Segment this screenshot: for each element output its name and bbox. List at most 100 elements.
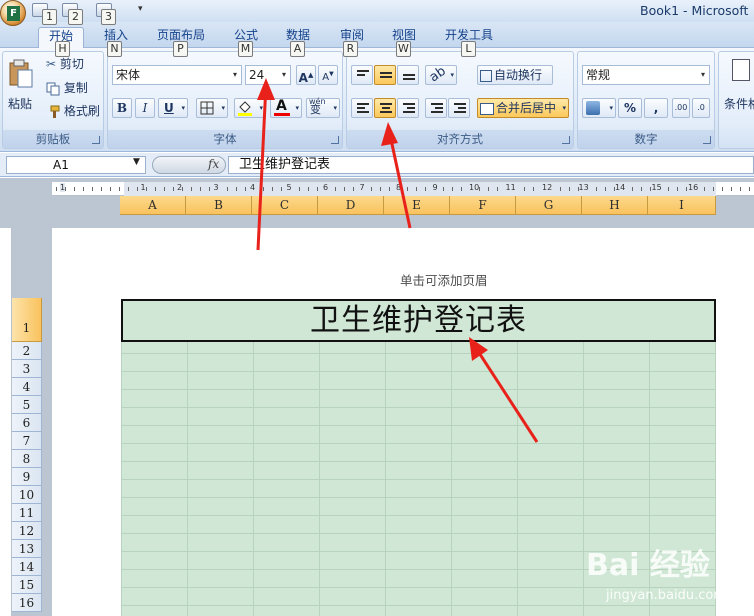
number-dialog-launcher[interactable]	[703, 136, 711, 144]
row-header-12[interactable]: 12	[12, 522, 42, 540]
align-center-button[interactable]	[374, 98, 396, 118]
cut-button[interactable]: ✂ 剪切	[45, 54, 101, 74]
font-size-select[interactable]: 24 ▾	[245, 65, 291, 85]
merge-center-button[interactable]: 合并后居中 ▾	[477, 98, 569, 118]
format-painter-button[interactable]: 格式刷	[45, 101, 103, 121]
wrap-text-button[interactable]: 自动换行	[477, 65, 553, 85]
bold-button[interactable]: B	[112, 98, 132, 118]
watermark-url: jingyan.baidu.com	[606, 588, 726, 603]
row-header-10[interactable]: 10	[12, 486, 42, 504]
merged-cell-a1[interactable]: 卫生维护登记表	[121, 299, 716, 342]
ruler-tick	[245, 187, 246, 191]
align-right-button[interactable]	[397, 98, 419, 118]
increase-indent-icon	[454, 103, 466, 113]
chevron-down-icon: ▾	[609, 104, 613, 112]
increase-indent-button[interactable]	[448, 98, 470, 118]
ruler-tick	[407, 187, 408, 191]
increase-decimal-button[interactable]: .00	[672, 98, 690, 118]
ruler-tick	[731, 187, 732, 191]
column-header-b[interactable]: B	[186, 196, 252, 215]
borders-button[interactable]: ▾	[196, 98, 228, 118]
row-header-7[interactable]: 7	[12, 432, 42, 450]
row-header-15[interactable]: 15	[12, 576, 42, 594]
underline-button[interactable]: U ▾	[158, 98, 188, 118]
font-name-select[interactable]: 宋体 ▾	[112, 65, 242, 85]
font-dialog-launcher[interactable]	[331, 136, 339, 144]
italic-button[interactable]: I	[135, 98, 155, 118]
ruler-number: 2	[177, 183, 183, 192]
customize-qat-icon[interactable]: ▾	[138, 4, 143, 14]
ruler-tick	[371, 187, 372, 191]
column-header-d[interactable]: D	[318, 196, 384, 215]
bottom-align-button[interactable]	[397, 65, 419, 85]
middle-align-button[interactable]	[374, 65, 396, 85]
shrink-font-button[interactable]: A▼	[318, 65, 338, 85]
column-header-h[interactable]: H	[582, 196, 648, 215]
keytip-review: R	[343, 41, 358, 57]
ruler-tick	[173, 187, 174, 191]
ruler-tick	[605, 187, 606, 191]
font-size-value: 24	[249, 68, 265, 82]
font-name-value: 宋体	[116, 68, 141, 82]
ruler-tick	[713, 187, 714, 191]
fill-color-button[interactable]: ▾	[234, 98, 266, 118]
orientation-button[interactable]: ab ▾	[425, 64, 457, 85]
row-header-4[interactable]: 4	[12, 378, 42, 396]
formula-input[interactable]: 卫生维护登记表	[228, 156, 754, 174]
chevron-down-icon: ▾	[232, 70, 237, 79]
chevron-down-icon: ▾	[700, 70, 705, 79]
column-header-e[interactable]: E	[384, 196, 450, 215]
row-header-9[interactable]: 9	[12, 468, 42, 486]
paste-button[interactable]: 粘贴	[5, 56, 35, 116]
chevron-down-icon: ▾	[295, 104, 299, 112]
row-header-13[interactable]: 13	[12, 540, 42, 558]
ruler-tick	[92, 187, 93, 191]
copy-button[interactable]: 复制	[45, 78, 101, 98]
grow-font-button[interactable]: A▲	[296, 65, 316, 85]
ruler-number: 10	[469, 183, 480, 192]
row-header-16[interactable]: 16	[12, 594, 42, 612]
ruler-number: 16	[688, 183, 699, 192]
row-header-11[interactable]: 11	[12, 504, 42, 522]
keytip-qat-2: 2	[68, 9, 83, 25]
column-header-f[interactable]: F	[450, 196, 516, 215]
row-header-5[interactable]: 5	[12, 396, 42, 414]
row-header-3[interactable]: 3	[12, 360, 42, 378]
phonetic-guide-button[interactable]: wén 变 ▾	[306, 97, 340, 118]
accounting-format-button[interactable]: ▾	[582, 98, 616, 118]
column-header-c[interactable]: C	[252, 196, 318, 215]
align-left-icon	[357, 103, 369, 113]
name-box[interactable]: A1	[6, 156, 146, 174]
number-group: 常规 ▾ ▾ % , .00 .0 数字	[577, 51, 715, 149]
insert-function-button[interactable]: fx	[208, 157, 219, 171]
chevron-down-icon[interactable]: ▼	[133, 157, 140, 167]
border-icon	[200, 101, 214, 115]
row-header-6[interactable]: 6	[12, 414, 42, 432]
row-header-8[interactable]: 8	[12, 450, 42, 468]
column-header-g[interactable]: G	[516, 196, 582, 215]
decrease-decimal-button[interactable]: .0	[692, 98, 710, 118]
clipboard-dialog-launcher[interactable]	[92, 136, 100, 144]
ruler-number: 12	[542, 183, 553, 192]
column-header-i[interactable]: I	[648, 196, 716, 215]
ruler-tick	[596, 187, 597, 191]
office-button[interactable]: F	[0, 0, 26, 26]
alignment-dialog-launcher[interactable]	[562, 136, 570, 144]
vertical-ruler	[0, 228, 12, 616]
top-align-button[interactable]	[351, 65, 373, 85]
align-left-button[interactable]	[351, 98, 373, 118]
font-color-button[interactable]: A ▾	[270, 98, 302, 118]
row-header-1[interactable]: 1	[12, 298, 42, 342]
row-header-2[interactable]: 2	[12, 342, 42, 360]
conditional-format-button[interactable]: 条件格	[721, 56, 754, 111]
currency-icon	[586, 101, 600, 115]
comma-button[interactable]: ,	[644, 98, 668, 118]
row-header-14[interactable]: 14	[12, 558, 42, 576]
office-logo-icon: F	[7, 6, 20, 21]
column-header-a[interactable]: A	[120, 196, 186, 215]
percent-button[interactable]: %	[618, 98, 642, 118]
header-placeholder[interactable]: 单击可添加页眉	[400, 270, 488, 289]
decrease-indent-button[interactable]	[425, 98, 447, 118]
ruler-tick	[110, 187, 111, 191]
number-format-select[interactable]: 常规 ▾	[582, 65, 710, 85]
